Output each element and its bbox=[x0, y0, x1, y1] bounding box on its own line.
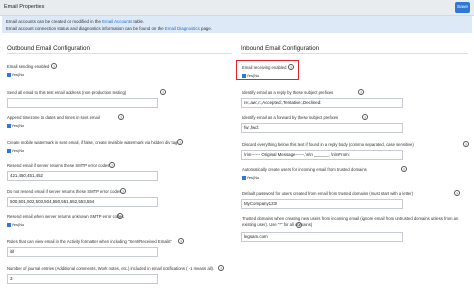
forward-prefixes-label: Identify email as a forward by these sub… bbox=[242, 115, 339, 120]
default-password-input[interactable]: MyCompany123! bbox=[241, 199, 403, 209]
save-button[interactable]: Save bbox=[455, 2, 470, 13]
send-all-label: Send all email to this test email addres… bbox=[7, 90, 127, 95]
option-no: No bbox=[19, 222, 25, 227]
info-line-diagnostics: Email account connection status and diag… bbox=[6, 26, 212, 31]
info-banner: Email accounts can be created or modifie… bbox=[2, 16, 472, 33]
info-text: page. bbox=[199, 25, 213, 31]
help-icon[interactable]: ? bbox=[288, 64, 294, 70]
reply-prefixes-label: Identify email as a reply by these subje… bbox=[242, 90, 334, 95]
checkbox-icon[interactable] bbox=[7, 148, 11, 153]
option-no: No bbox=[19, 123, 25, 128]
option-yes: Yes bbox=[246, 73, 254, 78]
do-not-resend-label: Do not resend email if server returns th… bbox=[7, 189, 122, 194]
option-no: No bbox=[19, 148, 25, 153]
help-icon[interactable]: ? bbox=[160, 89, 166, 95]
roles-label: Roles that can view email in the Activit… bbox=[7, 239, 172, 244]
help-icon[interactable]: ? bbox=[358, 89, 364, 95]
option-yes: Yes bbox=[11, 72, 19, 77]
option-yes: Yes bbox=[11, 148, 19, 153]
checkbox-icon[interactable] bbox=[7, 123, 11, 128]
option-yes: Yes bbox=[11, 222, 19, 227]
send-all-input[interactable] bbox=[7, 98, 158, 108]
inbound-section-title: Inbound Email Configuration bbox=[241, 45, 320, 52]
help-icon[interactable]: ? bbox=[178, 238, 184, 244]
option-no: No bbox=[19, 72, 25, 77]
append-timezone-toggle[interactable]: Yes|No bbox=[7, 123, 24, 128]
append-timezone-label: Append timezone to dates and times in se… bbox=[7, 115, 100, 120]
help-icon[interactable]: ? bbox=[109, 162, 115, 168]
help-icon[interactable]: ? bbox=[51, 63, 57, 69]
help-icon[interactable]: ? bbox=[177, 139, 183, 145]
info-text: Email account connection status and diag… bbox=[6, 25, 165, 31]
help-icon[interactable]: ? bbox=[218, 265, 224, 271]
checkbox-icon[interactable] bbox=[7, 222, 11, 227]
discard-text-input[interactable]: \n\n------ Original Message------,\n\n _… bbox=[241, 150, 403, 160]
window-header: Email Properties Save bbox=[0, 0, 474, 16]
outbound-section-title: Outbound Email Configuration bbox=[7, 45, 90, 52]
help-icon[interactable]: ? bbox=[120, 188, 126, 194]
auto-create-users-toggle[interactable]: Yes|No bbox=[242, 175, 259, 180]
resend-unknown-toggle[interactable]: Yes|No bbox=[7, 222, 24, 227]
checkbox-icon[interactable] bbox=[7, 72, 11, 77]
help-icon[interactable]: ? bbox=[401, 166, 407, 172]
roles-input[interactable]: itil bbox=[7, 247, 158, 257]
do-not-resend-input[interactable]: 500,501,502,503,504,550,551,552,553,554 bbox=[7, 197, 158, 207]
window-title: Email Properties bbox=[4, 4, 45, 10]
email-diagnostics-link[interactable]: Email Diagnostics bbox=[165, 26, 200, 31]
resend-errors-label: Resend email if server returns these SMT… bbox=[7, 163, 110, 168]
trusted-domains-label: Trusted domains when creating new users … bbox=[242, 216, 459, 227]
inbound-divider bbox=[241, 53, 468, 54]
journal-entries-input[interactable]: 3 bbox=[7, 274, 158, 284]
checkbox-icon[interactable] bbox=[242, 175, 246, 180]
default-password-label: Default password for users created from … bbox=[242, 191, 414, 196]
email-receiving-label: Email receiving enabled bbox=[242, 65, 287, 70]
help-icon[interactable]: ? bbox=[454, 190, 460, 196]
option-no: No bbox=[254, 73, 260, 78]
help-icon[interactable]: ? bbox=[118, 114, 124, 120]
help-icon[interactable]: ? bbox=[117, 213, 123, 219]
info-text: table. bbox=[132, 18, 145, 24]
mobile-watermark-label: Create mobile watermark in sent email, i… bbox=[7, 140, 178, 145]
info-text: Email accounts can be created or modifie… bbox=[6, 18, 103, 24]
email-accounts-link[interactable]: Email Accounts bbox=[102, 19, 132, 24]
option-yes: Yes bbox=[246, 175, 254, 180]
trusted-domains-input[interactable]: legsam.com bbox=[241, 232, 403, 242]
option-yes: Yes bbox=[11, 123, 19, 128]
resend-unknown-label: Resend email when server returns unknown… bbox=[7, 214, 124, 219]
mobile-watermark-toggle[interactable]: Yes|No bbox=[7, 148, 24, 153]
email-sending-label: Email sending enabled bbox=[7, 64, 50, 69]
reply-prefixes-input[interactable]: re:,aw:,r:,Accepted:,Tentative:,Declined… bbox=[241, 98, 403, 108]
discard-text-label: Discard everything below this text if fo… bbox=[242, 142, 414, 147]
outbound-divider bbox=[7, 53, 232, 54]
forward-prefixes-input[interactable]: fw:,fwd: bbox=[241, 123, 403, 133]
option-no: No bbox=[254, 175, 260, 180]
checkbox-icon[interactable] bbox=[242, 73, 246, 78]
resend-errors-input[interactable]: 421,450,451,452 bbox=[7, 171, 158, 181]
email-sending-toggle[interactable]: Yes|No bbox=[7, 72, 24, 77]
journal-entries-label: Number of journal entries (Additional co… bbox=[7, 266, 215, 271]
help-icon[interactable]: ? bbox=[463, 141, 469, 147]
email-receiving-toggle[interactable]: Yes|No bbox=[242, 73, 259, 78]
auto-create-users-label: Automatically create users for incoming … bbox=[242, 167, 367, 172]
info-line-accounts: Email accounts can be created or modifie… bbox=[6, 19, 144, 24]
help-icon[interactable]: ? bbox=[362, 114, 368, 120]
help-icon[interactable]: ? bbox=[296, 222, 302, 228]
